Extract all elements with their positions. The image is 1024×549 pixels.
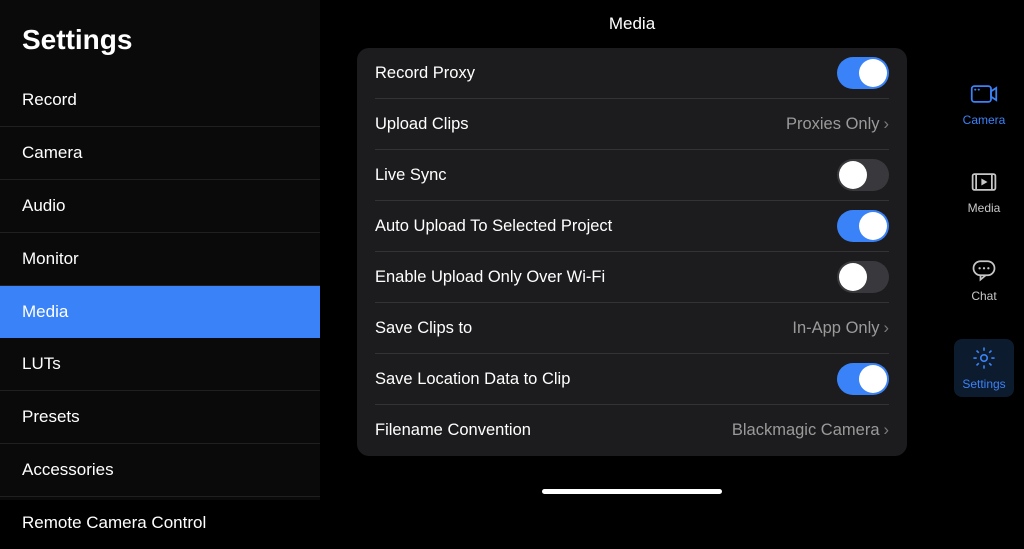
row-label: Filename Convention [375, 421, 531, 440]
chat-icon [970, 257, 998, 283]
row-save-location-data: Save Location Data to Clip [375, 354, 889, 405]
sidebar-item-monitor[interactable]: Monitor [0, 233, 320, 286]
sidebar-item-label: Remote Camera Control [22, 513, 206, 532]
sidebar-item-label: Media [22, 302, 68, 321]
row-label: Auto Upload To Selected Project [375, 217, 612, 236]
sidebar-item-label: Presets [22, 407, 80, 426]
toggle-save-location-data[interactable] [837, 363, 889, 395]
row-wifi-only: Enable Upload Only Over Wi-Fi [375, 252, 889, 303]
main-panel: Media Record Proxy Upload Clips Proxies … [320, 0, 944, 500]
row-save-clips-to[interactable]: Save Clips to In-App Only› [375, 303, 889, 354]
right-navbar: Camera Media [944, 0, 1024, 500]
home-indicator [542, 489, 722, 494]
settings-sidebar: Settings Record Camera Audio Monitor Med… [0, 0, 320, 500]
nav-label: Settings [962, 377, 1005, 391]
row-label: Enable Upload Only Over Wi-Fi [375, 268, 605, 287]
nav-label: Chat [971, 289, 996, 303]
sidebar-item-record[interactable]: Record [0, 74, 320, 127]
nav-chat[interactable]: Chat [954, 251, 1014, 309]
sidebar-item-label: Monitor [22, 249, 79, 268]
row-value: Proxies Only› [786, 115, 889, 134]
row-label: Record Proxy [375, 64, 475, 83]
sidebar-item-label: Record [22, 90, 77, 109]
toggle-record-proxy[interactable] [837, 57, 889, 89]
sidebar-item-media[interactable]: Media [0, 286, 320, 338]
settings-title: Settings [0, 18, 320, 74]
row-value: In-App Only› [792, 319, 889, 338]
camera-icon [970, 81, 998, 107]
row-label: Save Location Data to Clip [375, 370, 570, 389]
row-label: Save Clips to [375, 319, 472, 338]
sidebar-item-luts[interactable]: LUTs [0, 338, 320, 391]
row-live-sync: Live Sync [375, 150, 889, 201]
row-auto-upload: Auto Upload To Selected Project [375, 201, 889, 252]
toggle-auto-upload[interactable] [837, 210, 889, 242]
sidebar-item-camera[interactable]: Camera [0, 127, 320, 180]
sidebar-item-presets[interactable]: Presets [0, 391, 320, 444]
media-icon [970, 169, 998, 195]
settings-panel: Record Proxy Upload Clips Proxies Only› … [357, 48, 907, 456]
sidebar-item-audio[interactable]: Audio [0, 180, 320, 233]
sidebar-item-label: Camera [22, 143, 82, 162]
sidebar-item-label: LUTs [22, 354, 61, 373]
sidebar-item-label: Audio [22, 196, 65, 215]
row-label: Upload Clips [375, 115, 469, 134]
nav-label: Camera [963, 113, 1006, 127]
row-filename-convention[interactable]: Filename Convention Blackmagic Camera› [375, 405, 889, 456]
sidebar-item-remote-camera-control[interactable]: Remote Camera Control [0, 497, 320, 549]
row-label: Live Sync [375, 166, 447, 185]
nav-label: Media [968, 201, 1001, 215]
row-value: Blackmagic Camera› [732, 421, 889, 440]
page-title: Media [609, 0, 655, 48]
chevron-right-icon: › [884, 319, 890, 338]
chevron-right-icon: › [884, 115, 890, 134]
row-upload-clips[interactable]: Upload Clips Proxies Only› [375, 99, 889, 150]
nav-media[interactable]: Media [954, 163, 1014, 221]
sidebar-item-accessories[interactable]: Accessories [0, 444, 320, 497]
sidebar-item-label: Accessories [22, 460, 114, 479]
nav-camera[interactable]: Camera [954, 75, 1014, 133]
row-record-proxy: Record Proxy [375, 48, 889, 99]
gear-icon [970, 345, 998, 371]
chevron-right-icon: › [884, 421, 890, 440]
toggle-live-sync[interactable] [837, 159, 889, 191]
nav-settings[interactable]: Settings [954, 339, 1014, 397]
toggle-wifi-only[interactable] [837, 261, 889, 293]
